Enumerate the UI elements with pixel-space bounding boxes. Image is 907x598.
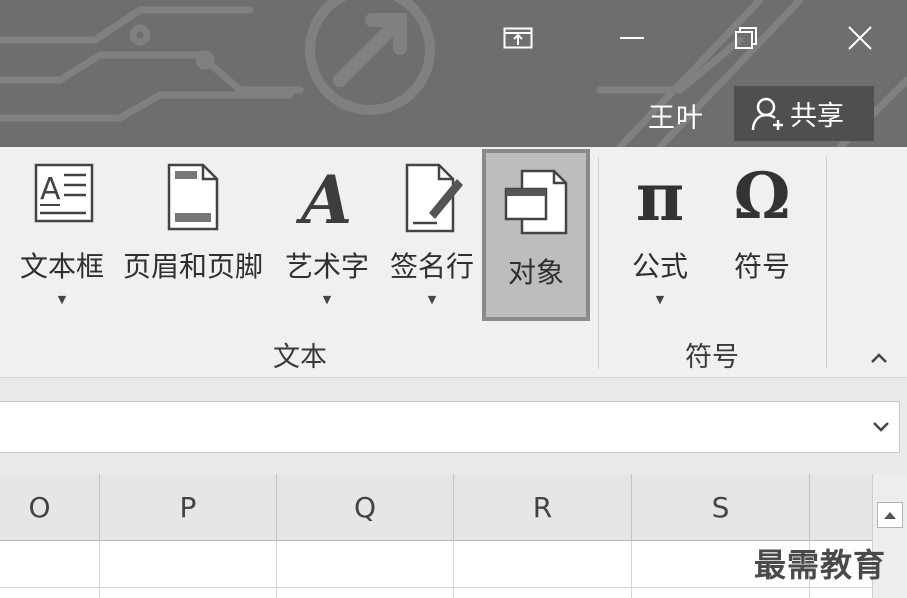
cell-grid[interactable] [0,541,872,598]
header-footer-label: 页眉和页脚 [122,250,263,283]
minimize-button[interactable] [604,10,660,66]
equation-button[interactable]: π 公式 ▼ [614,147,706,322]
header-footer-button[interactable]: 页眉和页脚 [116,147,270,322]
column-header-row: O P Q R S [0,474,907,541]
column-header-p[interactable]: P [100,474,277,541]
object-button[interactable]: 对象 [482,149,590,321]
object-label: 对象 [507,256,564,289]
column-gridline [99,541,100,598]
group-separator [826,157,827,369]
formula-input[interactable] [0,401,900,453]
signature-line-dropdown-arrow: ▼ [427,293,437,306]
svg-text:A: A [40,172,61,207]
column-header-q[interactable]: Q [277,474,454,541]
watermark: 最需教育 [754,546,887,584]
column-header-s[interactable]: S [632,474,810,541]
symbol-label: 符号 [733,250,790,283]
signature-line-button[interactable]: 签名行 ▼ [384,147,480,322]
textbox-icon: A [34,163,94,223]
equation-dropdown-arrow: ▼ [655,293,665,306]
user-name[interactable]: 王叶 [648,96,704,135]
column-gridline [631,541,632,598]
collapse-ribbon-button[interactable] [864,343,894,373]
wordart-label: 艺术字 [284,250,369,283]
symbol-button[interactable]: Ω 符号 [716,147,808,322]
textbox-label: 文本框 [19,250,104,283]
object-icon [504,169,568,235]
restore-button[interactable] [718,10,774,66]
triangle-up-icon [884,512,896,519]
header-footer-icon [167,163,219,231]
ribbon-insert-tab: A 文本框 ▼ 页眉和页脚 A 艺术字 ▼ 签名行 ▼ 对象 文本 π 公式 ▼… [0,147,907,378]
svg-text:A: A [295,161,352,233]
textbox-button[interactable]: A 文本框 ▼ [14,147,110,322]
close-button[interactable] [832,10,888,66]
wordart-icon: A [295,161,352,233]
title-bar: 王叶 共享 [0,0,907,147]
equation-label: 公式 [631,250,688,283]
formula-bar-area [0,378,907,474]
expand-formula-bar-button[interactable] [866,412,896,442]
restore-icon [735,27,757,49]
row-gridline [0,587,872,588]
minimize-icon [620,37,644,39]
ribbon-display-options-button[interactable] [490,10,546,66]
signature-line-icon [405,163,463,233]
symbols-group-label: 符号 [685,342,739,373]
omega-icon: Ω [733,159,791,234]
signature-line-label: 签名行 [389,250,474,283]
column-gridline [453,541,454,598]
column-gridline [276,541,277,598]
textbox-dropdown-arrow: ▼ [57,293,67,306]
chevron-up-icon [871,353,887,363]
group-separator [598,157,599,369]
column-header-o[interactable]: O [0,474,100,541]
text-group-label: 文本 [273,342,327,373]
wordart-button[interactable]: A 艺术字 ▼ [280,147,374,322]
close-icon [848,26,872,50]
column-header-r[interactable]: R [454,474,632,541]
share-person-icon [751,97,783,130]
chevron-down-icon [873,422,889,432]
pi-icon: π [635,158,685,236]
wordart-dropdown-arrow: ▼ [322,293,332,306]
share-button[interactable]: 共享 [734,86,874,141]
share-label: 共享 [790,101,844,132]
ribbon-display-icon [503,27,533,49]
scroll-up-button[interactable] [877,502,903,528]
